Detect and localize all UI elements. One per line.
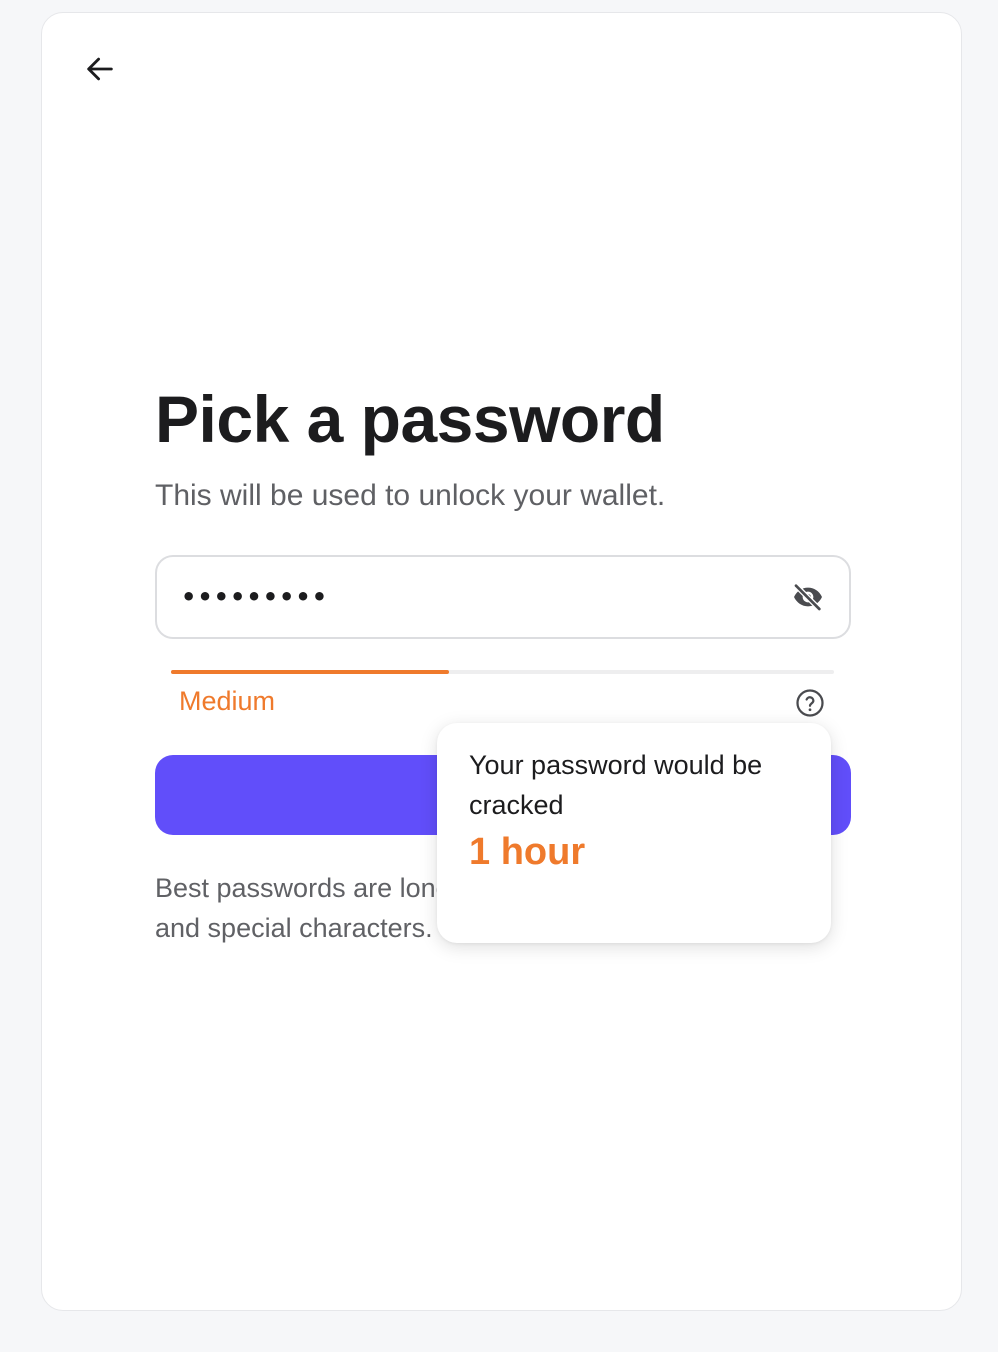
toggle-visibility-button[interactable] (791, 580, 825, 614)
strength-label: Medium (179, 686, 276, 716)
tooltip-crack-time: 1 hour (469, 831, 586, 873)
question-circle-icon (796, 689, 824, 717)
arrow-left-icon (87, 57, 113, 81)
page-title: Pick a password (155, 382, 665, 456)
back-button[interactable] (80, 49, 120, 89)
strength-help-button[interactable] (795, 688, 825, 718)
password-field[interactable] (155, 555, 851, 639)
strength-meter-fill (171, 670, 450, 674)
crack-time-tooltip: Your password would be cracked 1 hour (437, 723, 831, 943)
password-input[interactable] (181, 583, 791, 611)
page-subtitle: This will be used to unlock your wallet. (155, 479, 666, 512)
strength-meter (171, 670, 834, 674)
tooltip-text: Your password would be cracked (469, 750, 763, 820)
password-card: Pick a password This will be used to unl… (41, 12, 962, 1311)
eye-slash-icon (793, 583, 822, 612)
